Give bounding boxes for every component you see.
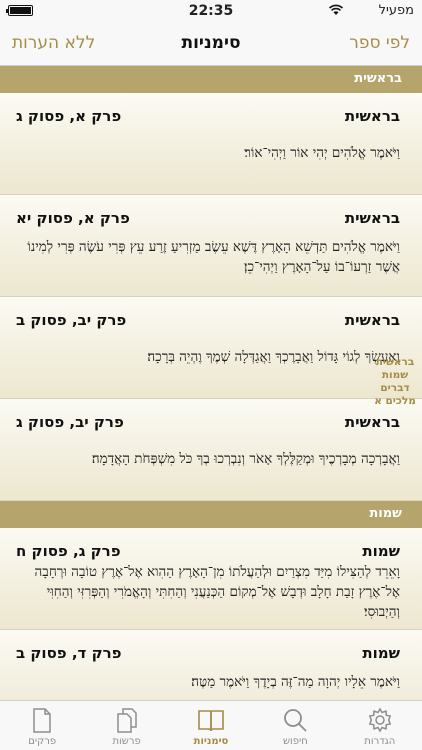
bookmark-book: בראשית [344,413,400,431]
bookmark-row[interactable]: שמות פרק ד, פסוק ב וַיֹּאמֶר אֵלָיו יְהו… [0,630,422,700]
bookmark-reference: פרק ג, פסוק ח [16,542,121,560]
bookmark-verse: וְאֶעֶשְׂךָ לְגוֹי גָּדוֹל וַאֲבָרֶכְךָ … [147,349,400,365]
bookmarks-list[interactable]: בראשית בראשית פרק א, פסוק ג וַיֹּאמֶר אֱ… [0,66,422,700]
tab-settings[interactable]: הגדרות [338,701,422,750]
bookmark-book: שמות [362,542,400,560]
carrier-label: מפעיל [378,3,414,18]
tab-label: הגדרות [364,736,396,747]
bookmark-verse: וַיֹּאמֶר אֱלֹהִים תַּדְשֵׁא הָאָרֶץ דֶּ… [27,239,400,275]
bookmark-verse: וַיֹּאמֶר אֱלֹהִים יְהִי אוֹר וַיְהִי־או… [244,145,400,161]
bookmark-book: בראשית [344,311,400,329]
navigation-bar: ללא הערות סימניות לפי ספר [0,22,422,66]
tab-bar: הגדרות חיפוש סימניות פרשות פרקים [0,700,422,750]
documents-icon [116,708,137,733]
bookmark-book: בראשית [344,107,400,125]
index-item[interactable]: שמות [370,369,420,382]
section-index[interactable]: בראשית שמות דברים מלכים א [370,356,420,408]
wifi-icon [328,4,344,15]
bookmark-book: שמות [362,644,400,662]
tab-chapters[interactable]: פרקים [0,701,84,750]
bookmark-verse: וַיֹּאמֶר אֵלָיו יְהוָה מַה־זֶּה בְיָדֶך… [191,674,400,690]
bookmark-row[interactable]: בראשית פרק יב, פסוק ב וְאֶעֶשְׂךָ לְגוֹי… [0,297,422,399]
bookmark-row[interactable]: בראשית פרק א, פסוק ג וַיֹּאמֶר אֱלֹהִים … [0,93,422,195]
bookmark-verse: וַאֲבָרְכָה מְבָרְכֶיךָ וּמְקַלֶּלְךָ אָ… [91,451,400,467]
tab-label: פרקים [28,736,57,747]
tab-search[interactable]: חיפוש [253,701,337,750]
tab-parashot[interactable]: פרשות [84,701,168,750]
tab-label: סימניות [193,736,229,747]
bookmark-row[interactable]: בראשית פרק א, פסוק יא וַיֹּאמֶר אֱלֹהִים… [0,195,422,297]
bookmark-reference: פרק א, פסוק ג [16,107,122,125]
bookmark-row[interactable]: בראשית פרק יב, פסוק ג וַאֲבָרְכָה מְבָרְ… [0,399,422,501]
index-item[interactable]: בראשית [370,356,420,369]
bookmark-row[interactable]: שמות פרק ג, פסוק ח וָאֵרֵד לְהַצִּילוֹ מ… [0,528,422,630]
tab-label: חיפוש [282,736,308,747]
tab-bookmarks[interactable]: סימניות [169,701,253,750]
by-book-button[interactable]: לפי ספר [349,33,410,53]
section-header-bereshit: בראשית [0,66,422,93]
bookmark-reference: פרק א, פסוק יא [16,209,130,227]
bookmark-reference: פרק יב, פסוק ב [16,311,127,329]
document-icon [33,708,51,733]
section-header-shemot: שמות [0,501,422,528]
bookmark-reference: פרק יב, פסוק ג [16,413,124,431]
book-icon [198,710,224,732]
tab-label: פרשות [112,736,141,747]
search-icon [284,709,308,732]
bookmark-book: בראשית [344,209,400,227]
status-bar: 22:35 מפעיל [0,0,422,22]
status-time: 22:35 [188,3,234,19]
index-item[interactable]: מלכים א [370,395,420,408]
bookmark-verse: וָאֵרֵד לְהַצִּילוֹ מִיַּד מִצְרַיִם וּל… [34,564,400,620]
index-item[interactable]: דברים [370,382,420,395]
gear-icon [368,707,392,733]
bookmark-reference: פרק ד, פסוק ב [16,644,122,662]
